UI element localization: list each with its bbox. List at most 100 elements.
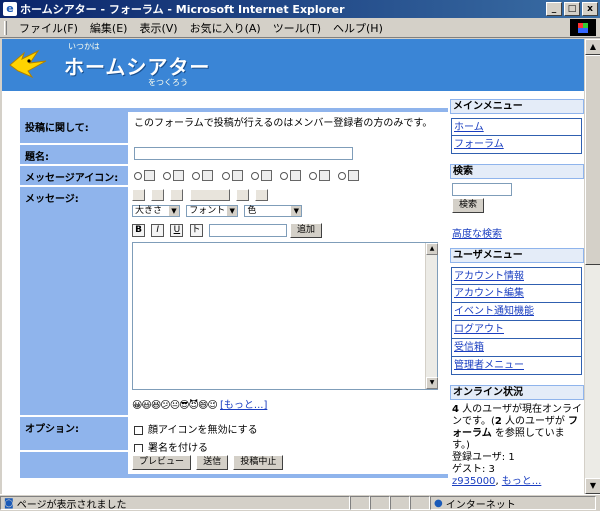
logout-link[interactable]: ログアウト — [454, 324, 504, 335]
insert-image-icon[interactable] — [189, 189, 230, 201]
font-select[interactable]: フォント — [186, 205, 239, 217]
smiley-icons[interactable]: 😀😃😆😕😐😎😈😄😉 — [132, 400, 218, 411]
message-icon-1 — [144, 170, 155, 181]
search-title: 検索 — [450, 164, 584, 179]
menu-view[interactable]: 表示(V) — [133, 20, 183, 36]
search-button[interactable]: 検索 — [452, 198, 485, 213]
icon-radio-8[interactable] — [338, 171, 347, 180]
submit-button[interactable]: 送信 — [196, 455, 229, 470]
sidebar-item-account-edit[interactable]: アカウント編集 — [451, 285, 582, 303]
textarea-scrollbar[interactable]: ▲ ▼ — [425, 243, 438, 389]
underline-button[interactable]: U — [170, 224, 184, 237]
sidebar-item-home[interactable]: ホーム — [451, 118, 582, 136]
message-icon-7 — [319, 170, 331, 181]
page-scroll-down-icon[interactable]: ▼ — [585, 478, 600, 494]
format-text-input[interactable] — [208, 224, 287, 237]
sidebar-item-logout[interactable]: ログアウト — [451, 321, 582, 339]
quote-icon[interactable] — [254, 189, 268, 201]
about-text: このフォーラムで投稿が行えるのはメンバー登録者の方のみです。 — [130, 112, 448, 143]
page-done-icon: ◙ — [4, 497, 14, 509]
sidebar-item-notifications[interactable]: イベント通知機能 — [451, 303, 582, 321]
icon-radio-2[interactable] — [163, 171, 172, 180]
internet-zone-icon: ● — [434, 497, 443, 509]
minimize-button[interactable]: _ — [546, 2, 562, 16]
page-content: 投稿に関して: このフォーラムで投稿が行えるのはメンバー登録者の方のみです。 題… — [2, 91, 584, 494]
bold-button[interactable]: B — [132, 224, 145, 237]
sidebar-item-account-info[interactable]: アカウント情報 — [451, 267, 582, 285]
notifications-link[interactable]: イベント通知機能 — [454, 306, 534, 317]
code-icon[interactable] — [235, 189, 249, 201]
zone-panel: ● インターネット — [430, 496, 596, 511]
message-editor: 大きさ フォント 色 B I U ト 追加 ▲ ▼ 😀😃😆😕😐😎😈😄😉 — [130, 187, 448, 415]
menu-help[interactable]: ヘルプ(H) — [327, 20, 389, 36]
sidebar-item-admin[interactable]: 管理者メニュー — [451, 357, 582, 375]
size-select[interactable]: 大きさ — [132, 205, 180, 217]
icon-radio-7[interactable] — [309, 171, 318, 180]
strike-button[interactable]: ト — [189, 224, 203, 237]
maximize-button[interactable]: □ — [564, 2, 580, 16]
home-link[interactable]: ホーム — [454, 122, 484, 133]
user-menu-title: ユーザメニュー — [450, 248, 584, 263]
online-status-text: 4 人のユーザが現在オンラインです。(2 人のユーザが フォーラム を参照してい… — [452, 404, 582, 487]
subject-label: 題名: — [20, 145, 128, 164]
status-panel-3 — [370, 496, 390, 510]
page-scroll-thumb[interactable] — [585, 55, 600, 265]
online-count-forum: 2 — [494, 416, 502, 427]
italic-button[interactable]: I — [151, 224, 165, 237]
message-icon-5 — [260, 170, 272, 181]
icon-radio-4[interactable] — [221, 171, 230, 180]
account-info-link[interactable]: アカウント情報 — [454, 271, 524, 282]
close-button[interactable]: x — [582, 2, 598, 16]
message-icon-6 — [289, 170, 301, 181]
site-banner: いつかは ホームシアター をつくろう — [2, 39, 584, 91]
preview-button[interactable]: プレビュー — [132, 455, 192, 470]
subject-input[interactable] — [134, 147, 353, 160]
disable-smiley-checkbox[interactable] — [134, 425, 143, 435]
status-bar: ◙ ページが表示されました ● インターネット — [0, 494, 600, 511]
more-smileys-link[interactable]: [もっと...] — [220, 400, 267, 411]
email-icon[interactable] — [151, 189, 165, 201]
add-button[interactable]: 追加 — [289, 223, 322, 238]
icon-radio-3[interactable] — [192, 171, 201, 180]
inbox-link[interactable]: 受信箱 — [454, 342, 484, 353]
sidebar: メインメニュー ホーム フォーラム 検索 検索 高度な検索 ユーザメニュー アカ… — [450, 99, 584, 494]
admin-menu-link[interactable]: 管理者メニュー — [454, 360, 524, 371]
message-icon-label: メッセージアイコン: — [20, 166, 128, 185]
sidebar-item-inbox[interactable]: 受信箱 — [451, 339, 582, 357]
about-label: 投稿に関して: — [20, 112, 128, 143]
menu-edit[interactable]: 編集(E) — [84, 20, 134, 36]
page-scrollbar[interactable]: ▲ ▼ — [584, 39, 600, 494]
menu-tools[interactable]: ツール(T) — [267, 20, 327, 36]
message-textarea[interactable]: ▲ ▼ — [132, 242, 438, 390]
options-label: オプション: — [20, 417, 128, 450]
sidebar-item-forum[interactable]: フォーラム — [451, 136, 582, 154]
icon-radio-5[interactable] — [250, 171, 259, 180]
registered-users: 登録ユーザ: 1 — [452, 452, 515, 463]
menu-file[interactable]: ファイル(F) — [13, 20, 84, 36]
forum-link[interactable]: フォーラム — [454, 139, 504, 150]
url-icon[interactable] — [132, 189, 145, 201]
online-user-link[interactable]: z935000 — [452, 476, 495, 487]
form-border-bottom — [20, 474, 448, 478]
page-scroll-up-icon[interactable]: ▲ — [585, 39, 600, 55]
online-more-link[interactable]: もっと... — [502, 476, 542, 487]
online-text-2: 人のユーザが — [501, 416, 569, 427]
window-title: ホームシアター - フォーラム - Microsoft Internet Exp… — [20, 3, 345, 16]
color-select[interactable]: 色 — [244, 205, 303, 217]
advanced-search-link[interactable]: 高度な検索 — [452, 225, 502, 240]
icon-radio-1[interactable] — [134, 171, 142, 180]
menu-bar: ファイル(F) 編集(E) 表示(V) お気に入り(A) ツール(T) ヘルプ(… — [0, 18, 600, 38]
cancel-button[interactable]: 投稿中止 — [233, 455, 284, 470]
image-icon[interactable] — [170, 189, 184, 201]
message-icon-4 — [231, 170, 243, 181]
search-input[interactable] — [452, 183, 512, 196]
status-panel-2 — [350, 496, 370, 510]
banner-subtitle-bottom: をつくろう — [148, 78, 188, 87]
buttons-label-cell — [20, 452, 128, 474]
icon-radio-6[interactable] — [279, 171, 288, 180]
mascot-logo-icon — [9, 49, 47, 79]
menu-favorites[interactable]: お気に入り(A) — [184, 20, 267, 36]
account-edit-link[interactable]: アカウント編集 — [454, 288, 524, 299]
scroll-up-icon[interactable]: ▲ — [426, 243, 438, 255]
scroll-down-icon[interactable]: ▼ — [426, 377, 438, 389]
